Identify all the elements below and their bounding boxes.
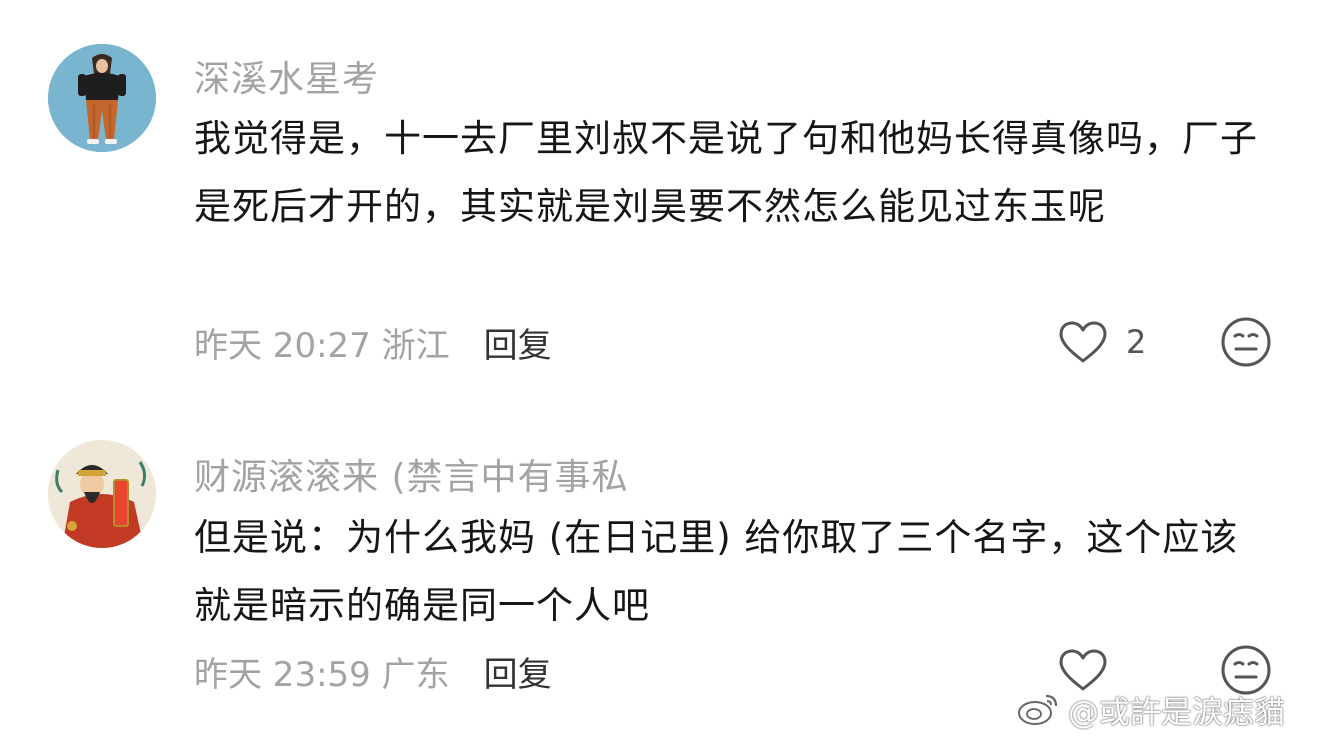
neutral-face-icon [1221,317,1271,367]
like-count: 2 [1126,323,1147,361]
comment-text: 我觉得是，十一去厂里刘叔不是说了句和他妈长得真像吗，厂子是死后才开的，其实就是刘… [194,117,1258,228]
reply-button[interactable]: 回复 [484,655,552,695]
like-button[interactable]: 2 [1058,317,1146,367]
comment-meta: 昨天 23:59 广东 回复 [194,647,552,696]
heart-icon [1059,321,1107,363]
reaction-button[interactable] [1220,316,1272,368]
comment-text: 但是说：为什么我妈 (在日记里) 给你取了三个名字，这个应该就是暗示的确是同一个… [194,516,1239,627]
user-avatar[interactable] [48,440,156,548]
avatar-person-icon [48,44,156,152]
weibo-logo-icon [1018,694,1058,725]
watermark: @或許是淚痣貓 [1016,684,1285,734]
reply-button[interactable]: 回复 [484,326,552,366]
comment-username[interactable]: 财源滚滚来 (禁言中有事私 [194,448,629,500]
comment-time-location: 昨天 20:27 浙江 [194,326,450,366]
comment-time-location: 昨天 23:59 广东 [194,655,450,695]
avatar-deity-icon [48,440,156,548]
comment-username[interactable]: 深溪水星考 [194,50,379,102]
user-avatar[interactable] [48,44,156,152]
watermark-text: @或許是淚痣貓 [1068,694,1285,731]
comment-meta: 昨天 20:27 浙江 回复 [194,318,552,367]
comment-item: 深溪水星考 我觉得是，十一去厂里刘叔不是说了句和他妈长得真像吗，厂子是死后才开的… [0,0,1320,400]
